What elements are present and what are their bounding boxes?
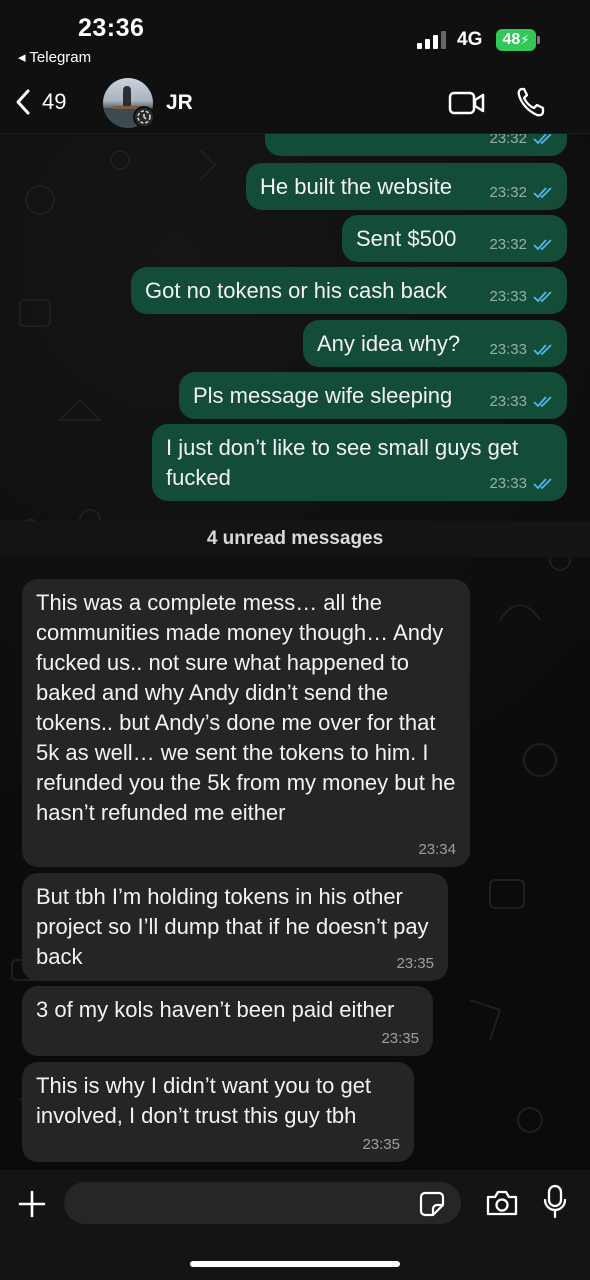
chat-header: 49 JR (0, 72, 590, 134)
message-bubble-outgoing[interactable]: He built the website 23:32 (246, 163, 567, 210)
message-bubble-incoming[interactable]: 3 of my kols haven’t been paid either 23… (22, 986, 433, 1056)
message-meta: 23:33 (489, 288, 553, 306)
message-meta: 23:35 (362, 1136, 400, 1154)
read-ticks-icon (533, 396, 552, 408)
message-bubble-outgoing[interactable]: Pls message wife sleeping 23:33 (179, 372, 567, 419)
signal-bars-icon (417, 31, 446, 49)
plus-icon[interactable] (18, 1190, 46, 1218)
message-meta: 23:33 (489, 341, 553, 359)
back-to-app-link[interactable]: ◂ Telegram (18, 48, 91, 66)
message-bubble-outgoing[interactable]: Sent $500 23:32 (342, 215, 567, 262)
message-text: This is why I didn’t want you to get inv… (36, 1073, 372, 1128)
message-text: Any idea why? (317, 331, 461, 356)
message-bubble-incoming[interactable]: This is why I didn’t want you to get inv… (22, 1062, 414, 1162)
network-type: 4G (457, 29, 483, 50)
battery-cap (537, 36, 540, 44)
back-button[interactable]: 49 (14, 84, 84, 120)
sticker-icon[interactable] (419, 1191, 445, 1217)
message-time: 23:33 (489, 341, 527, 358)
message-meta: 23:32 (489, 184, 553, 202)
message-time: 23:35 (381, 1030, 419, 1047)
message-time: 23:34 (418, 841, 456, 858)
message-text: 3 of my kols haven’t been paid either (36, 997, 395, 1022)
read-ticks-icon (533, 134, 552, 145)
message-input[interactable] (64, 1182, 461, 1224)
disappearing-timer-icon (133, 106, 155, 128)
message-text: Sent $500 (356, 226, 457, 251)
message-time: 23:33 (489, 475, 527, 492)
read-ticks-icon (533, 478, 552, 490)
message-bubble-incoming[interactable]: This was a complete mess… all the commun… (22, 579, 470, 867)
phone-icon[interactable] (516, 86, 546, 118)
message-time: 23:32 (489, 236, 527, 253)
message-text: This was a complete mess… all the commun… (36, 590, 456, 825)
home-indicator (190, 1261, 400, 1267)
camera-icon[interactable] (485, 1189, 519, 1217)
message-bubble-outgoing[interactable]: Got no tokens or his cash back 23:33 (131, 267, 567, 314)
message-meta: 23:33 (489, 475, 553, 493)
unread-divider: 4 unread messages (0, 521, 590, 557)
message-text: He built the website (260, 174, 452, 199)
message-bubble-incoming[interactable]: But tbh I’m holding tokens in his other … (22, 873, 448, 981)
read-ticks-icon (533, 291, 552, 303)
message-text: Pls message wife sleeping (193, 383, 453, 408)
video-call-icon[interactable] (448, 89, 486, 117)
message-time: 23:33 (489, 288, 527, 305)
status-time: 23:36 (78, 14, 145, 42)
contact-name[interactable]: JR (166, 91, 193, 115)
message-meta: 23:35 (396, 955, 434, 973)
unread-chats-count: 49 (42, 89, 67, 114)
read-ticks-icon (533, 187, 552, 199)
message-meta: 23:33 (489, 393, 553, 411)
message-meta: 23:34 (418, 841, 456, 859)
charging-bolt-icon: ⚡ (520, 32, 530, 47)
microphone-icon[interactable] (543, 1184, 567, 1220)
message-bubble-outgoing[interactable]: Any idea why? 23:33 (303, 320, 567, 367)
status-bar: 23:36 ◂ Telegram 4G 48 ⚡ (0, 0, 590, 72)
read-ticks-icon (533, 239, 552, 251)
battery-level: 48 ⚡ (496, 29, 536, 51)
battery-percent: 48 (502, 31, 521, 48)
battery-indicator: 48 ⚡ (496, 29, 540, 51)
message-time: 23:32 (489, 184, 527, 201)
message-text: Got no tokens or his cash back (145, 278, 448, 303)
message-text: But tbh I’m holding tokens in his other … (36, 884, 429, 969)
chevron-left-icon (16, 89, 30, 115)
unread-label: 4 unread messages (206, 528, 384, 549)
message-meta: 23:35 (381, 1030, 419, 1048)
message-meta: 23:32 (489, 236, 553, 254)
message-time: 23:35 (362, 1136, 400, 1153)
message-time: 23:35 (396, 955, 434, 972)
message-time: 23:33 (489, 393, 527, 410)
read-ticks-icon (533, 344, 552, 356)
message-bubble-outgoing[interactable]: I just don’t like to see small guys get … (152, 424, 567, 501)
